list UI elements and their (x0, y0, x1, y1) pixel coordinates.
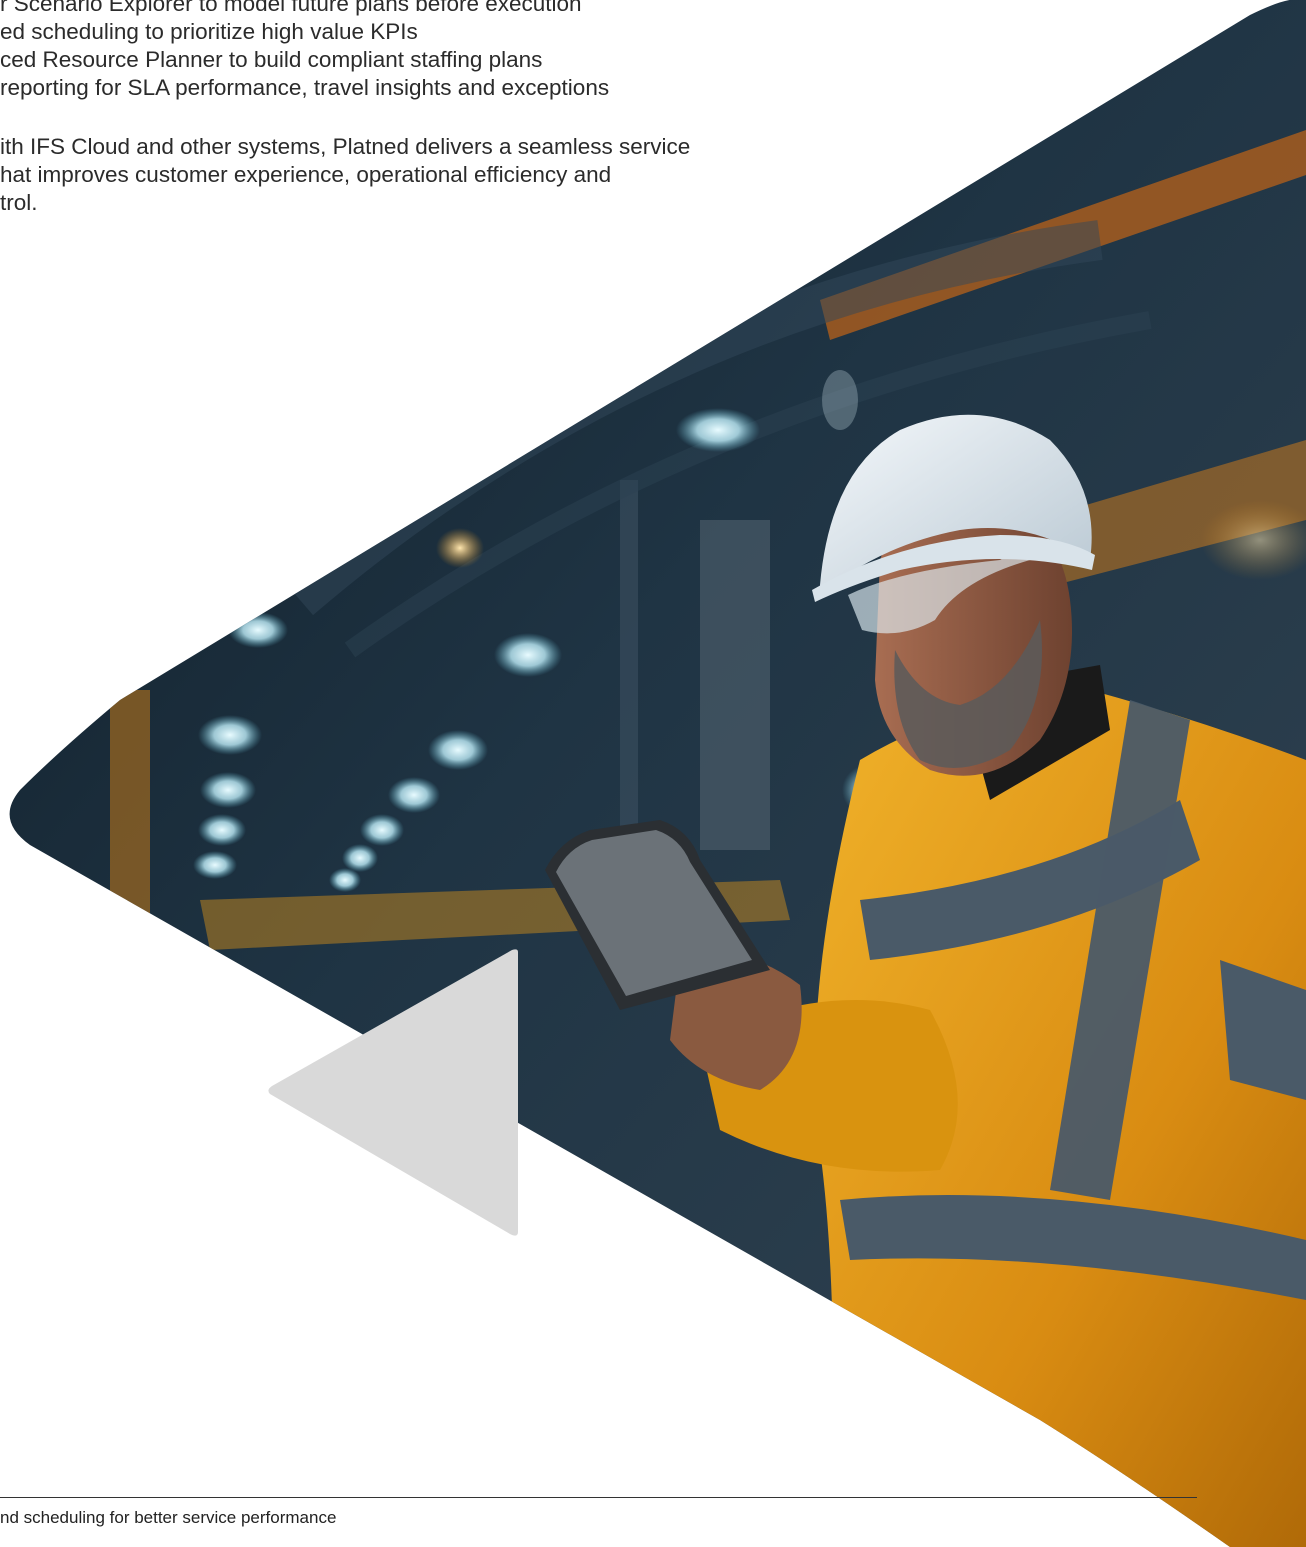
bullet-item: ced Resource Planner to build compliant … (0, 47, 543, 72)
bullet-item: ed scheduling to prioritize high value K… (0, 19, 418, 44)
footer-title: nd scheduling for better service perform… (0, 1508, 337, 1527)
page-number: 06 (1142, 1510, 1161, 1529)
summary-paragraph: ith IFS Cloud and other systems, Platned… (0, 133, 960, 217)
bullet-item: r Scenario Explorer to model future plan… (0, 0, 582, 16)
paragraph-line: trol. (0, 190, 38, 215)
footer-divider (0, 1497, 1197, 1498)
accent-triangle (268, 949, 518, 1236)
paragraph-line: ith IFS Cloud and other systems, Platned… (0, 134, 691, 159)
body-text: r Scenario Explorer to model future plan… (0, 0, 960, 217)
bullet-item: reporting for SLA performance, travel in… (0, 75, 610, 100)
paragraph-line: hat improves customer experience, operat… (0, 162, 612, 187)
